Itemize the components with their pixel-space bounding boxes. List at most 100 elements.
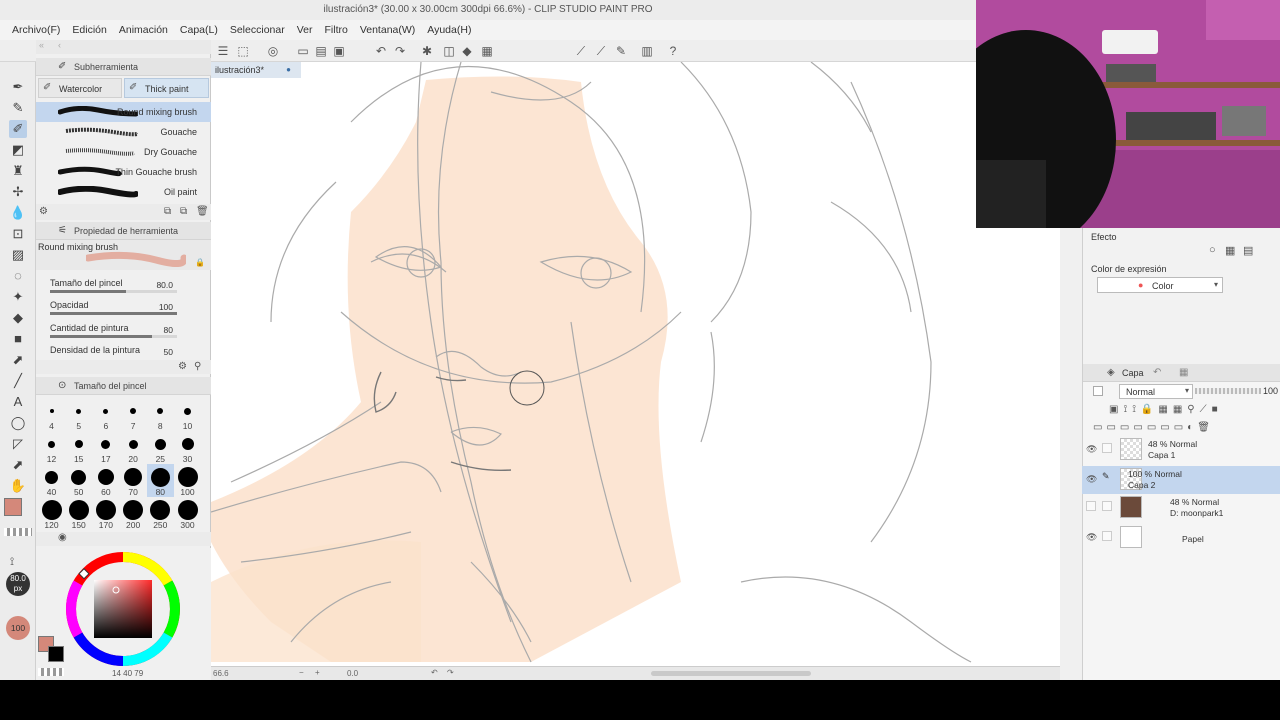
layer-color-box[interactable] [1093, 386, 1103, 396]
figure-tool-icon[interactable]: ■ [9, 330, 27, 348]
delete-icon[interactable]: 🗑 [196, 206, 209, 217]
effect-border-icon[interactable]: ○ [1209, 244, 1216, 256]
magic-wand-icon[interactable]: ✦ [9, 288, 27, 306]
clear-icon[interactable]: ◫ [442, 44, 456, 58]
pencil-tool-icon[interactable]: ✎ [9, 99, 27, 117]
brush-size-option[interactable]: 6 [92, 398, 119, 431]
clip-studio-icon[interactable]: ◎ [266, 44, 280, 58]
layer-opacity-slider[interactable] [1195, 388, 1261, 394]
menu-animacion[interactable]: Animación [119, 24, 168, 36]
collapse-icon[interactable]: « [39, 40, 44, 50]
pen-tool-icon[interactable]: ✒ [9, 78, 27, 96]
brush-size-option[interactable]: 250 [147, 497, 174, 530]
brush-size-option[interactable]: 4 [38, 398, 65, 431]
brush-dry-gouache[interactable]: Dry Gouache [36, 142, 211, 162]
move-tool-icon[interactable]: ✢ [9, 183, 27, 201]
record-icon[interactable]: ◉ [58, 532, 67, 543]
fill-tool-icon[interactable]: ◆ [9, 309, 27, 327]
text-tool-icon[interactable]: A [9, 393, 27, 411]
brush-size-badge[interactable]: 80.0 px [6, 572, 30, 596]
tool-settings-icon[interactable]: ⟟ [10, 556, 14, 569]
rotate-right-icon[interactable]: ↷ [447, 668, 454, 677]
transform-icon[interactable]: ▦ [480, 44, 494, 58]
effect-tone-icon[interactable]: ▦ [1225, 244, 1235, 257]
brush-size-option[interactable]: 5 [65, 398, 92, 431]
menu-ayuda[interactable]: Ayuda(H) [427, 24, 471, 36]
new-folder-icon[interactable]: ▭ [1120, 422, 1133, 433]
brush-size-option[interactable]: 300 [174, 497, 201, 530]
help-icon[interactable]: ? [666, 44, 680, 58]
redo-icon[interactable]: ↷ [393, 44, 407, 58]
brush-size-option[interactable]: 12 [38, 431, 65, 464]
eye-icon[interactable]: 👁 [1086, 444, 1097, 455]
prop-brush-size[interactable]: Tamaño del pincel 80.0 [36, 278, 211, 300]
loading-icon[interactable]: ✱ [420, 44, 434, 58]
lock-icon[interactable]: 🔒 [195, 258, 205, 267]
prop-brush-size-slider[interactable] [50, 290, 177, 293]
frame-tool-icon[interactable]: ◸ [9, 435, 27, 453]
brush-size-option[interactable]: 10 [174, 398, 201, 431]
brush-size-option[interactable]: 50 [65, 464, 92, 497]
prop-brush-size-value[interactable]: 80.0 [156, 280, 173, 290]
pen-icon[interactable]: ✎ [1102, 471, 1112, 481]
prop-opacity-slider[interactable] [50, 312, 177, 315]
eye-icon[interactable]: 👁 [1086, 532, 1097, 543]
canvas-tab-close-icon[interactable]: ● [286, 62, 291, 78]
drawing-canvas[interactable] [211, 62, 1060, 666]
prop-paint-amount-slider[interactable] [50, 335, 177, 338]
brush-size-option[interactable]: 200 [120, 497, 147, 530]
save-icon[interactable]: ▣ [332, 44, 346, 58]
brush-oil-paint[interactable]: Oil paint [36, 182, 211, 202]
ruler-layer-icon[interactable]: ⚲ [1187, 404, 1199, 415]
mask-icon[interactable]: ▦ [1173, 404, 1187, 415]
menu-archivo[interactable]: Archivo(F) [12, 24, 60, 36]
prop-opacity-value[interactable]: 100 [159, 302, 173, 312]
rotate-left-icon[interactable]: ↶ [431, 668, 438, 677]
brush-size-option[interactable]: 7 [120, 398, 147, 431]
lasso-tool-icon[interactable]: ◌ [9, 267, 27, 285]
brush-size-option[interactable]: 70 [120, 464, 147, 497]
menu-filtro[interactable]: Filtro [324, 24, 347, 36]
menu-edicion[interactable]: Edición [72, 24, 106, 36]
undo-icon[interactable]: ↶ [374, 44, 388, 58]
brush-size-option[interactable]: 60 [92, 464, 119, 497]
brush-size-option[interactable]: 150 [65, 497, 92, 530]
effect-menu-icon[interactable]: ▤ [1243, 244, 1253, 257]
snap-grid-icon[interactable]: ✎ [614, 44, 628, 58]
transparent-swatch[interactable] [4, 528, 32, 536]
lock-alpha-icon[interactable]: ▦ [1158, 404, 1172, 415]
brush-size-option[interactable]: 15 [65, 431, 92, 464]
menu-seleccionar[interactable]: Seleccionar [230, 24, 285, 36]
open-file-icon[interactable]: ▤ [314, 44, 328, 58]
brush-gouache[interactable]: Gouache [36, 122, 211, 142]
color-icon[interactable]: ⟋ [1200, 404, 1212, 415]
layer-row-papel[interactable]: 👁 Papel [1082, 524, 1280, 552]
merge-icon[interactable]: ▭ [1147, 422, 1160, 433]
brush-thin-gouache[interactable]: Thin Gouache brush [36, 162, 211, 182]
prop-paint-amount-value[interactable]: 80 [164, 325, 173, 335]
canvas-tab[interactable]: ilustración3* ● [211, 62, 301, 78]
brush-size-option[interactable]: 40 [38, 464, 65, 497]
brush-size-option[interactable]: 20 [120, 431, 147, 464]
prop-paint-amount[interactable]: Cantidad de pintura 80 [36, 323, 211, 345]
tab-watercolor[interactable]: ✐ Watercolor [38, 78, 122, 98]
hamburger-menu-icon[interactable]: ☰ [216, 44, 230, 58]
brush-size-option[interactable]: 17 [92, 431, 119, 464]
hide-icon[interactable]: ◐ [1187, 422, 1197, 433]
layer-row-moonpark[interactable]: 48 % Normal D: moonpark1 [1082, 494, 1280, 522]
eraser-tool-icon[interactable]: ◩ [9, 141, 27, 159]
new-mask-icon[interactable]: ▭ [1133, 422, 1146, 433]
fill-icon[interactable]: ◆ [460, 44, 474, 58]
wheel-transparent-swatch[interactable] [38, 668, 64, 676]
lock-icon[interactable]: 🔒 [1141, 404, 1158, 415]
select-tool-icon[interactable]: ⬚ [236, 44, 250, 58]
subtool-settings-icon[interactable]: ⚙ [39, 206, 48, 217]
layer-row-capa2[interactable]: 👁 ✎ 100 % Normal Capa 2 [1082, 466, 1280, 494]
layer-edit-box[interactable] [1102, 443, 1112, 453]
layer-mask-icon[interactable]: ▣ [1109, 404, 1123, 415]
rotation-readout[interactable]: 0.0 [347, 669, 358, 678]
gradient-tool-icon[interactable]: ▨ [9, 246, 27, 264]
hand-tool-icon[interactable]: ✋ [9, 477, 27, 495]
balloon-tool-icon[interactable]: ◯ [9, 414, 27, 432]
canvas-area[interactable] [211, 62, 1060, 670]
